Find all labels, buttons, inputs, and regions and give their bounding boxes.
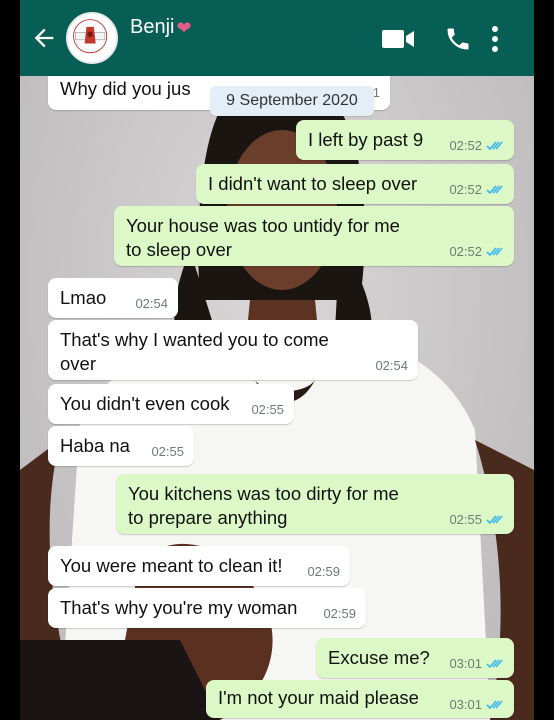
- message-meta: 03:01: [449, 656, 504, 671]
- message-text: Lmao: [60, 287, 107, 308]
- message-time: 02:59: [323, 606, 356, 621]
- message-time-text: 02:55: [151, 444, 184, 459]
- heart-icon: ❤: [176, 17, 192, 38]
- message-line: That's why I wanted you to come: [60, 329, 329, 350]
- message-line: to prepare anything: [128, 507, 288, 528]
- message-time-text: 02:54: [135, 296, 168, 311]
- message-time-text: 02:59: [307, 564, 340, 579]
- message-bubble-outgoing[interactable]: Excuse me? 03:01: [316, 638, 514, 678]
- message-bubble-outgoing[interactable]: I'm not your maid please 03:01: [206, 680, 514, 718]
- chat-header: Benji ❤: [20, 0, 534, 76]
- more-options-icon[interactable]: [488, 24, 502, 54]
- read-ticks-icon: [486, 700, 503, 710]
- message-bubble-outgoing[interactable]: You kitchens was too dirty for me to pre…: [116, 474, 514, 534]
- read-ticks-icon: [486, 185, 503, 195]
- message-time: 02:59: [307, 564, 340, 579]
- message-meta: 02:55: [449, 512, 504, 527]
- message-meta: 02:52: [449, 138, 504, 153]
- message-time: 02:52: [449, 182, 482, 197]
- video-call-icon[interactable]: [380, 27, 418, 51]
- date-chip: 9 September 2020: [210, 86, 374, 116]
- avatar-logo-icon: [69, 15, 111, 57]
- message-line: You kitchens was too dirty for me: [128, 483, 399, 504]
- message-time-text: 02:59: [323, 606, 356, 621]
- message-time-text: 02:55: [251, 402, 284, 417]
- message-bubble-outgoing[interactable]: I left by past 9 02:52: [296, 120, 514, 160]
- message-bubble-incoming[interactable]: Haba na 02:55: [48, 426, 194, 466]
- message-bubble-incoming[interactable]: That's why you're my woman 02:59: [48, 588, 366, 628]
- message-bubble-incoming[interactable]: You were meant to clean it! 02:59: [48, 546, 350, 586]
- message-text: I left by past 9: [308, 129, 424, 150]
- message-bubble-outgoing[interactable]: I didn't want to sleep over 02:52: [196, 164, 514, 204]
- message-bubble-outgoing[interactable]: Your house was too untidy for me to slee…: [114, 206, 514, 266]
- message-bubble-incoming[interactable]: You didn't even cook 02:55: [48, 384, 294, 424]
- message-meta: 02:52: [449, 244, 504, 259]
- message-text: That's why you're my woman: [60, 597, 298, 618]
- message-time: 02:55: [151, 444, 184, 459]
- message-text: You kitchens was too dirty for me to pre…: [128, 482, 399, 530]
- read-ticks-icon: [486, 141, 503, 151]
- message-text: I'm not your maid please: [218, 687, 419, 708]
- message-time: 02:55: [251, 402, 284, 417]
- avatar[interactable]: [66, 12, 118, 64]
- message-time: 02:52: [449, 244, 482, 259]
- message-text: Excuse me?: [328, 647, 430, 668]
- chat-screen: Benji ❤ 9 September 2020 Why did you jus…: [20, 0, 534, 720]
- message-text: Your house was too untidy for me to slee…: [126, 214, 400, 262]
- message-text: I didn't want to sleep over: [208, 173, 418, 194]
- message-meta: 03:01: [449, 697, 504, 712]
- voice-call-icon[interactable]: [444, 25, 472, 53]
- read-ticks-icon: [486, 247, 503, 257]
- message-bubble-incoming[interactable]: That's why I wanted you to come over 02:…: [48, 320, 418, 380]
- message-time-text: 02:54: [375, 358, 408, 373]
- message-time: 02:55: [449, 512, 482, 527]
- message-line: Your house was too untidy for me: [126, 215, 400, 236]
- message-text: You didn't even cook: [60, 393, 230, 414]
- message-bubble-incoming[interactable]: Lmao 02:54: [48, 278, 178, 318]
- message-meta: 02:52: [449, 182, 504, 197]
- contact-name[interactable]: Benji ❤: [130, 16, 192, 39]
- message-time: 02:54: [135, 296, 168, 311]
- back-arrow-icon[interactable]: [30, 24, 58, 52]
- contact-name-text: Benji: [130, 16, 175, 38]
- read-ticks-icon: [486, 515, 503, 525]
- message-time: 03:01: [449, 656, 482, 671]
- message-time: 02:52: [449, 138, 482, 153]
- message-time: 03:01: [449, 697, 482, 712]
- message-text: You were meant to clean it!: [60, 555, 283, 576]
- message-time: 02:54: [375, 358, 408, 373]
- message-line: to sleep over: [126, 239, 232, 260]
- message-line: over: [60, 353, 96, 374]
- read-ticks-icon: [486, 659, 503, 669]
- message-text: Haba na: [60, 435, 130, 456]
- message-text: That's why I wanted you to come over: [60, 328, 329, 376]
- message-text: Why did you jus: [60, 78, 191, 99]
